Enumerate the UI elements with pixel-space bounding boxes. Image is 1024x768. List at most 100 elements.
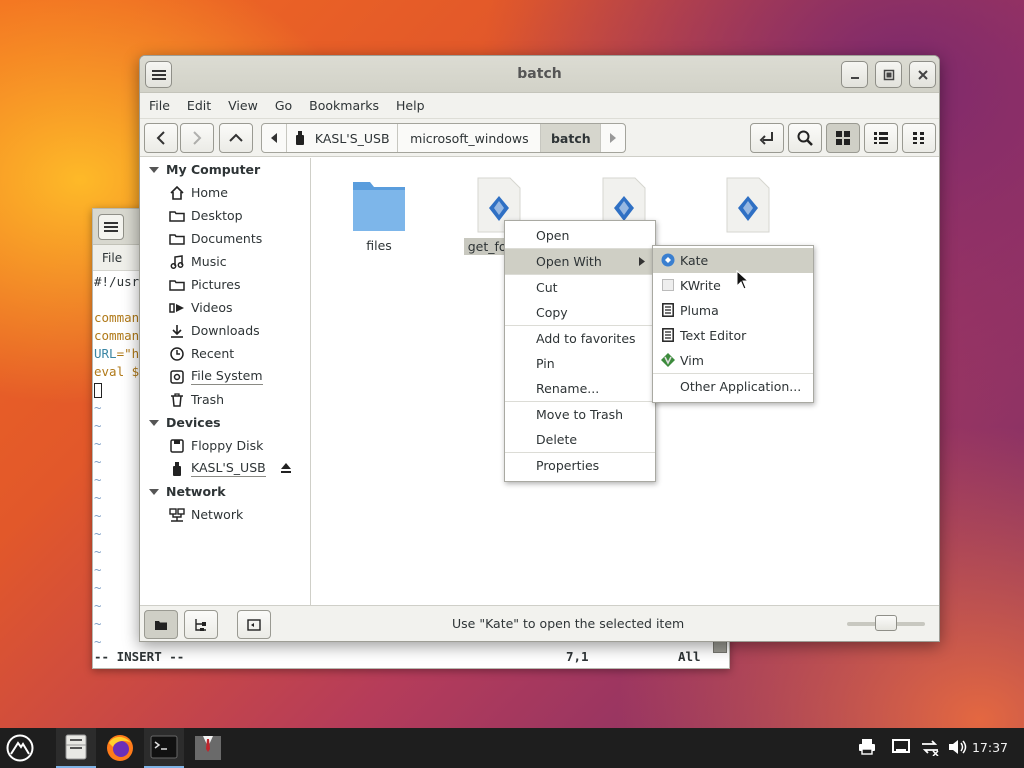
sidebar-item-desktop[interactable]: Desktop bbox=[140, 204, 310, 227]
zoom-slider-handle[interactable] bbox=[875, 615, 897, 631]
menu-bookmarks[interactable]: Bookmarks bbox=[309, 98, 379, 113]
pictures-folder-icon bbox=[169, 279, 185, 291]
menu-help[interactable]: Help bbox=[396, 98, 425, 113]
sidebar-item-documents[interactable]: Documents bbox=[140, 227, 310, 250]
menu-item-pin[interactable]: Pin bbox=[505, 351, 655, 376]
sidebar-item-label: Recent bbox=[191, 346, 235, 361]
app-item-other-application[interactable]: Other Application... bbox=[653, 374, 813, 399]
toggle-location-button[interactable] bbox=[750, 123, 784, 153]
path-scroll-right[interactable] bbox=[601, 124, 625, 152]
network-disconnected-icon[interactable] bbox=[920, 738, 940, 756]
sidebar-section-devices[interactable]: Devices bbox=[140, 411, 310, 434]
volume-icon[interactable] bbox=[948, 738, 968, 756]
sidebar-item-pictures[interactable]: Pictures bbox=[140, 273, 310, 296]
sidebar-item-downloads[interactable]: Downloads bbox=[140, 319, 310, 342]
compact-view-button[interactable] bbox=[902, 123, 936, 153]
menu-file[interactable]: File bbox=[149, 98, 170, 113]
vim-icon bbox=[661, 353, 675, 367]
menu-item-cut[interactable]: Cut bbox=[505, 275, 655, 300]
taskbar-app-suit[interactable] bbox=[188, 728, 228, 768]
show-tree-button[interactable] bbox=[184, 610, 218, 639]
context-menu: Open Open With Cut Copy Add to favorites… bbox=[504, 220, 656, 482]
sidebar-item-music[interactable]: Music bbox=[140, 250, 310, 273]
sidebar-item-label: Documents bbox=[191, 231, 263, 246]
sidebar-section-network[interactable]: Network bbox=[140, 480, 310, 503]
menu-item-move-to-trash[interactable]: Move to Trash bbox=[505, 402, 655, 427]
window-title: batch bbox=[517, 66, 562, 82]
start-menu-button[interactable] bbox=[0, 728, 40, 768]
file-item-folder[interactable]: files bbox=[334, 176, 424, 253]
video-icon bbox=[169, 302, 184, 313]
hide-sidebar-button[interactable] bbox=[237, 610, 271, 639]
list-view-icon bbox=[874, 132, 888, 144]
vim-mode: -- INSERT -- bbox=[94, 649, 185, 664]
list-view-button[interactable] bbox=[864, 123, 898, 153]
file-item-script[interactable] bbox=[703, 176, 793, 238]
sidebar-item-file-system[interactable]: File System bbox=[140, 365, 310, 388]
taskbar-firefox[interactable] bbox=[100, 728, 140, 768]
up-button[interactable] bbox=[219, 123, 253, 153]
menu-view[interactable]: View bbox=[228, 98, 258, 113]
app-item-vim[interactable]: Vim bbox=[653, 348, 813, 373]
minimize-button[interactable] bbox=[841, 61, 868, 88]
clock[interactable]: 17:37 bbox=[972, 740, 1008, 755]
app-item-label: Vim bbox=[680, 353, 704, 368]
back-button[interactable] bbox=[144, 123, 178, 153]
app-item-pluma[interactable]: Pluma bbox=[653, 298, 813, 323]
app-item-text-editor[interactable]: Text Editor bbox=[653, 323, 813, 348]
menu-item-open[interactable]: Open bbox=[505, 223, 655, 248]
triangle-left-icon bbox=[270, 133, 277, 143]
file-item-label: files bbox=[366, 238, 392, 253]
folder-icon bbox=[353, 182, 405, 231]
taskbar-terminal[interactable] bbox=[144, 728, 184, 768]
sidebar-item-trash[interactable]: Trash bbox=[140, 388, 310, 411]
display-icon[interactable] bbox=[892, 738, 910, 756]
sidebar-item-network[interactable]: Network bbox=[140, 503, 310, 526]
sidebar-item-label: Music bbox=[191, 254, 227, 269]
eject-icon[interactable] bbox=[280, 462, 292, 474]
app-item-kate[interactable]: Kate bbox=[653, 248, 813, 273]
menu-item-add-to-favorites[interactable]: Add to favorites bbox=[505, 326, 655, 351]
forward-button[interactable] bbox=[180, 123, 214, 153]
sidebar-item-videos[interactable]: Videos bbox=[140, 296, 310, 319]
fm-toolbar: KASL'S_USB microsoft_windows batch bbox=[140, 119, 939, 157]
desktop-folder-icon bbox=[169, 210, 185, 222]
menu-item-rename[interactable]: Rename... bbox=[505, 376, 655, 401]
terminal-icon bbox=[150, 735, 178, 759]
close-button[interactable] bbox=[909, 61, 936, 88]
fm-titlebar[interactable]: batch bbox=[140, 56, 939, 93]
menu-item-copy[interactable]: Copy bbox=[505, 300, 655, 325]
location-entry-icon bbox=[759, 132, 773, 145]
vim-scroll-percent: All bbox=[678, 649, 701, 664]
path-scroll-left[interactable] bbox=[262, 124, 287, 152]
path-segment-microsoft-windows[interactable]: microsoft_windows bbox=[398, 124, 542, 152]
printer-icon[interactable] bbox=[858, 738, 876, 756]
compact-view-icon bbox=[913, 132, 924, 144]
show-places-button[interactable] bbox=[144, 610, 178, 639]
menu-item-properties[interactable]: Properties bbox=[505, 453, 655, 478]
menu-item-delete[interactable]: Delete bbox=[505, 427, 655, 452]
app-item-label: Kate bbox=[680, 253, 709, 268]
sidebar-section-my-computer[interactable]: My Computer bbox=[140, 158, 310, 181]
maximize-button[interactable] bbox=[875, 61, 902, 88]
sidebar-item-floppy-disk[interactable]: Floppy Disk bbox=[140, 434, 310, 457]
menu-item-open-with[interactable]: Open With bbox=[505, 249, 655, 274]
search-icon bbox=[797, 130, 813, 146]
menu-edit[interactable]: Edit bbox=[187, 98, 211, 113]
search-button[interactable] bbox=[788, 123, 822, 153]
path-segment-usb[interactable]: KASL'S_USB bbox=[287, 124, 399, 152]
sidebar-item-usb[interactable]: KASL'S_USB bbox=[140, 457, 310, 480]
terminal-menu-button[interactable] bbox=[98, 214, 124, 240]
clock-icon bbox=[170, 346, 184, 361]
path-segment-batch[interactable]: batch bbox=[541, 124, 602, 152]
app-item-kwrite[interactable]: KWrite bbox=[653, 273, 813, 298]
terminal-menu-file[interactable]: File bbox=[102, 251, 122, 265]
sidebar-item-recent[interactable]: Recent bbox=[140, 342, 310, 365]
kwrite-icon bbox=[662, 279, 674, 291]
submenu-arrow-icon bbox=[639, 257, 645, 266]
taskbar-file-manager[interactable] bbox=[56, 728, 96, 768]
menu-go[interactable]: Go bbox=[275, 98, 292, 113]
icon-view-button[interactable] bbox=[826, 123, 860, 153]
sidebar-item-home[interactable]: Home bbox=[140, 181, 310, 204]
code-text: comman bbox=[94, 310, 140, 325]
